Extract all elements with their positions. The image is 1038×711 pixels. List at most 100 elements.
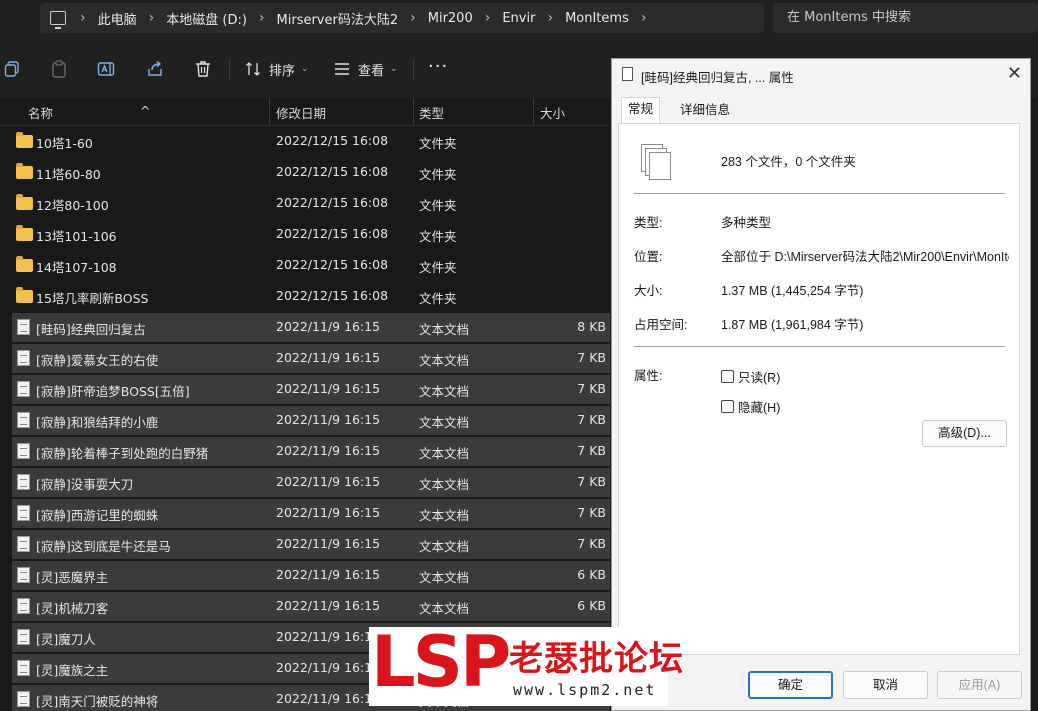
file-type: 文本文档 [419, 539, 470, 554]
disk-size-label: 占用空间: [634, 318, 688, 332]
file-row[interactable]: [寂静]轮着棒子到处跑的白野猪 2022/11/9 16:15 文本文档 7 KB [12, 437, 610, 466]
file-row[interactable]: [灵]恶魔界主 2022/11/9 16:15 文本文档 6 KB [12, 561, 610, 590]
column-type[interactable]: 类型 [419, 103, 444, 122]
file-row[interactable]: 10塔1-60 2022/12/15 16:08 文件夹 [12, 127, 610, 156]
column-divider[interactable] [269, 98, 270, 126]
chevron-down-icon: ⌄ [390, 64, 398, 74]
file-row[interactable]: [寂静]西游记里的蜘蛛 2022/11/9 16:15 文本文档 7 KB [12, 499, 610, 528]
file-row[interactable]: 12塔80-100 2022/12/15 16:08 文件夹 [12, 189, 610, 218]
more-options-button[interactable]: ··· [428, 56, 448, 77]
file-row[interactable]: [寂静]爱慕女王的右使 2022/11/9 16:15 文本文档 7 KB [12, 344, 610, 373]
file-name: [寂静]和狼结拜的小鹿 [36, 415, 159, 430]
checkbox-box[interactable] [721, 370, 734, 383]
file-type: 文件夹 [419, 260, 457, 275]
breadcrumb-item-mirserver[interactable]: Mirserver码法大陆2 [277, 9, 399, 28]
file-type: 文本文档 [419, 601, 470, 616]
sort-button[interactable]: 排序 ⌄ [245, 59, 309, 79]
column-name[interactable]: 名称 [28, 103, 53, 122]
folder-icon [16, 132, 33, 148]
file-date: 2022/11/9 16:15 [276, 350, 381, 365]
share-icon[interactable] [146, 60, 164, 78]
file-date: 2022/11/9 16:15 [276, 474, 381, 489]
delete-icon[interactable] [194, 60, 212, 78]
hidden-label[interactable]: 隐藏(H) [738, 397, 780, 416]
advanced-button[interactable]: 高级(D)... [922, 420, 1007, 447]
checkbox-box[interactable] [721, 400, 734, 413]
file-name: 14塔107-108 [36, 260, 117, 275]
paste-icon[interactable] [50, 60, 68, 78]
file-type: 文件夹 [419, 291, 457, 306]
file-type: 文本文档 [419, 508, 470, 523]
column-divider[interactable] [533, 98, 534, 126]
file-date: 2022/11/9 16:15 [276, 319, 381, 334]
file-row[interactable]: 14塔107-108 2022/12/15 16:08 文件夹 [12, 251, 610, 280]
this-pc-icon[interactable] [50, 11, 66, 29]
hidden-checkbox[interactable]: 隐藏(H) [721, 397, 780, 416]
search-input[interactable]: 在 MonItems 中搜索 [773, 3, 1038, 33]
readonly-label[interactable]: 只读(R) [738, 367, 780, 386]
file-size: 7 KB [577, 443, 606, 458]
column-size[interactable]: 大小 [540, 103, 565, 122]
properties-dialog: [畦码]经典回归复古, ... 属性 ✕ 常规 详细信息 283 个文件，0 个… [611, 58, 1031, 711]
file-type: 文本文档 [419, 384, 470, 399]
file-row[interactable]: [寂静]肝帝追梦BOSS[五倍] 2022/11/9 16:15 文本文档 7 KB [12, 375, 610, 404]
watermark-url: www.lspm2.net [513, 681, 657, 699]
file-row[interactable]: 13塔101-106 2022/12/15 16:08 文件夹 [12, 220, 610, 249]
file-name: [寂静]这到底是牛还是马 [36, 539, 171, 554]
column-divider[interactable] [413, 98, 414, 126]
file-row[interactable]: 11塔60-80 2022/12/15 16:08 文件夹 [12, 158, 610, 187]
cancel-button[interactable]: 取消 [843, 671, 928, 699]
watermark-brand: LSP [371, 621, 511, 703]
breadcrumb-item-monitems[interactable]: MonItems [565, 11, 629, 26]
file-row[interactable]: 15塔几率刷新BOSS 2022/12/15 16:08 文件夹 [12, 282, 610, 311]
file-name: 13塔101-106 [36, 229, 117, 244]
chevron-right-icon[interactable]: › [641, 10, 647, 26]
folder-icon [16, 163, 33, 179]
text-document-icon [17, 381, 30, 397]
ok-button[interactable]: 确定 [748, 671, 833, 699]
type-label: 类型: [634, 216, 663, 230]
tab-general[interactable]: 常规 [621, 97, 661, 124]
chevron-down-icon: ⌄ [301, 64, 309, 74]
close-icon[interactable]: ✕ [1007, 63, 1022, 84]
apply-button[interactable]: 应用(A) [937, 671, 1022, 699]
breadcrumb[interactable]: › 此电脑 › 本地磁盘 (D:) › Mirserver码法大陆2 › Mir… [40, 3, 764, 33]
location-value: 全部位于 D:\Mirserver码法大陆2\Mir200\Envir\MonI… [721, 250, 1009, 264]
copy-icon[interactable] [4, 60, 22, 78]
file-row[interactable]: [寂静]这到底是牛还是马 2022/11/9 16:15 文本文档 7 KB [12, 530, 610, 559]
breadcrumb-item-this-pc[interactable]: 此电脑 [98, 9, 137, 28]
file-type: 文本文档 [419, 415, 470, 430]
tab-details[interactable]: 详细信息 [674, 99, 736, 123]
readonly-checkbox[interactable]: 只读(R) [721, 367, 780, 386]
file-name: 15塔几率刷新BOSS [36, 291, 149, 306]
dialog-title: [畦码]经典回归复古, ... 属性 [641, 71, 794, 85]
breadcrumb-item-drive[interactable]: 本地磁盘 (D:) [166, 9, 247, 28]
breadcrumb-item-mir200[interactable]: Mir200 [428, 11, 473, 26]
breadcrumb-item-envir[interactable]: Envir [502, 11, 535, 26]
file-row[interactable]: [灵]机械刀客 2022/11/9 16:15 文本文档 6 KB [12, 592, 610, 621]
column-date[interactable]: 修改日期 [276, 103, 326, 122]
folder-icon [16, 225, 33, 241]
file-name: [灵]南天门被贬的神将 [36, 694, 159, 709]
watermark-logo: LSP 老瑟批论坛 www.lspm2.net [369, 621, 683, 706]
file-name: [寂静]西游记里的蜘蛛 [36, 508, 159, 523]
file-row[interactable]: [寂静]没事耍大刀 2022/11/9 16:15 文本文档 7 KB [12, 468, 610, 497]
file-row[interactable]: [畦码]经典回归复古 2022/11/9 16:15 文本文档 8 KB [12, 313, 610, 342]
file-date: 2022/11/9 16:15 [276, 412, 381, 427]
file-name: [寂静]爱慕女王的右使 [36, 353, 159, 368]
file-date: 2022/11/9 16:15 [276, 567, 381, 582]
size-label: 大小: [634, 284, 663, 298]
rename-icon[interactable] [97, 60, 115, 78]
file-date: 2022/11/9 16:15 [276, 381, 381, 396]
file-name: [寂静]轮着棒子到处跑的白野猪 [36, 446, 209, 461]
view-button[interactable]: 查看 ⌄ [334, 59, 398, 79]
file-date: 2022/12/15 16:08 [276, 257, 389, 272]
file-date: 2022/12/15 16:08 [276, 226, 389, 241]
file-date: 2022/12/15 16:08 [276, 164, 389, 179]
sort-icon [246, 62, 260, 76]
text-document-icon [17, 350, 30, 366]
file-date: 2022/11/9 16:15 [276, 660, 381, 675]
dialog-titlebar[interactable]: [畦码]经典回归复古, ... 属性 ✕ [612, 59, 1030, 91]
file-type: 文件夹 [419, 136, 457, 151]
file-row[interactable]: [寂静]和狼结拜的小鹿 2022/11/9 16:15 文本文档 7 KB [12, 406, 610, 435]
